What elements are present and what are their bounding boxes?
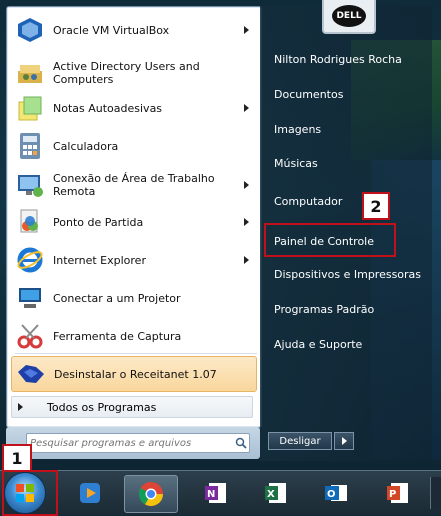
- submenu-arrow-icon[interactable]: [244, 181, 249, 189]
- program-label: Ponto de Partida: [53, 215, 144, 229]
- annotation-number-1: 1: [2, 444, 32, 472]
- powerpoint-icon: P: [387, 483, 408, 503]
- remote-desktop-icon: [15, 170, 45, 200]
- virtualbox-icon: [15, 15, 45, 45]
- program-label: Internet Explorer: [53, 253, 146, 267]
- search-bar-area: [6, 427, 260, 459]
- program-item-active-directory[interactable]: Active Directory Users and Computers: [11, 53, 257, 93]
- annotation-number-2: 2: [362, 192, 390, 220]
- shutdown-group: Desligar: [268, 432, 354, 452]
- dell-logo-icon: DELL: [332, 5, 366, 27]
- user-name-link[interactable]: Nilton Rodrigues Rocha: [266, 48, 424, 70]
- excel-button[interactable]: X: [250, 475, 302, 511]
- submenu-arrow-icon[interactable]: [244, 104, 249, 112]
- chevron-right-icon: [341, 437, 347, 445]
- media-player-icon: [80, 483, 100, 503]
- submenu-arrow-icon[interactable]: [244, 256, 249, 264]
- program-item-remote-desktop[interactable]: Conexão de Área de Trabalho Remota: [11, 165, 257, 205]
- internet-explorer-icon: [15, 245, 45, 275]
- chrome-icon: [138, 482, 163, 507]
- getting-started-icon: [15, 207, 45, 237]
- search-icon[interactable]: [233, 435, 249, 451]
- start-menu: Oracle VM VirtualBox Active Directory Us…: [0, 0, 441, 470]
- program-label: Conectar a um Projetor: [53, 291, 181, 305]
- ad-users-icon: [15, 58, 45, 88]
- taskbar: N X O P: [0, 470, 441, 515]
- program-item-virtualbox[interactable]: Oracle VM VirtualBox: [11, 11, 257, 49]
- documents-link[interactable]: Documentos: [266, 83, 424, 105]
- show-desktop-button[interactable]: [430, 477, 441, 509]
- program-label: Active Directory Users and Computers: [53, 60, 200, 86]
- all-programs-button[interactable]: Todos os Programas: [11, 396, 253, 418]
- projector-icon: [15, 283, 45, 313]
- devices-printers-link[interactable]: Dispositivos e Impressoras: [266, 263, 424, 285]
- search-box: [26, 433, 250, 453]
- onenote-button[interactable]: N: [190, 475, 242, 511]
- svg-text:N: N: [207, 489, 215, 500]
- submenu-arrow-icon[interactable]: [244, 218, 249, 226]
- program-item-sticky-notes[interactable]: Notas Autoadesivas: [11, 89, 257, 127]
- outlook-icon: O: [325, 485, 347, 501]
- receitanet-icon: [16, 359, 46, 389]
- sticky-notes-icon: [15, 93, 45, 123]
- shutdown-options-button[interactable]: [334, 432, 354, 450]
- calculator-icon: [15, 131, 45, 161]
- program-item-getting-started[interactable]: Ponto de Partida: [11, 203, 257, 241]
- program-item-uninstall-receitanet[interactable]: Desinstalar o Receitanet 1.07: [11, 356, 257, 392]
- outlook-button[interactable]: O: [310, 475, 362, 511]
- programs-panel: Oracle VM VirtualBox Active Directory Us…: [6, 6, 262, 428]
- program-label: Ferramenta de Captura: [53, 329, 182, 343]
- svg-text:P: P: [389, 489, 396, 500]
- music-link[interactable]: Músicas: [266, 152, 424, 174]
- powerpoint-button[interactable]: P: [372, 475, 424, 511]
- chrome-button[interactable]: [124, 475, 178, 513]
- program-label: Conexão de Área de Trabalho Remota: [53, 172, 215, 198]
- annotation-highlight-control-panel: [264, 223, 396, 257]
- program-label: Notas Autoadesivas: [53, 101, 163, 115]
- svg-text:X: X: [267, 489, 275, 500]
- snipping-tool-icon: [15, 321, 45, 351]
- shutdown-button[interactable]: Desligar: [268, 432, 332, 450]
- program-label: Calculadora: [53, 139, 119, 153]
- program-item-calculator[interactable]: Calculadora: [11, 127, 257, 165]
- help-support-link[interactable]: Ajuda e Suporte: [266, 333, 424, 355]
- default-programs-link[interactable]: Programas Padrão: [266, 298, 424, 320]
- media-player-button[interactable]: [64, 475, 116, 511]
- computer-link[interactable]: Computador: [266, 190, 424, 212]
- program-item-snipping-tool[interactable]: Ferramenta de Captura: [11, 317, 257, 355]
- search-input[interactable]: [27, 434, 233, 452]
- onenote-icon: N: [205, 483, 226, 503]
- pictures-link[interactable]: Imagens: [266, 118, 424, 140]
- submenu-arrow-icon[interactable]: [244, 26, 249, 34]
- separator: [15, 353, 257, 354]
- all-programs-label: Todos os Programas: [47, 400, 157, 414]
- svg-text:O: O: [327, 489, 336, 500]
- program-item-internet-explorer[interactable]: Internet Explorer: [11, 241, 257, 279]
- program-label: Oracle VM VirtualBox: [53, 23, 170, 37]
- program-item-projector[interactable]: Conectar a um Projetor: [11, 279, 257, 317]
- excel-icon: X: [265, 483, 286, 503]
- program-label: Desinstalar o Receitanet 1.07: [54, 367, 217, 381]
- expand-arrow-icon: [18, 403, 23, 411]
- annotation-highlight-start-button: [2, 470, 58, 516]
- user-picture[interactable]: DELL: [322, 0, 376, 34]
